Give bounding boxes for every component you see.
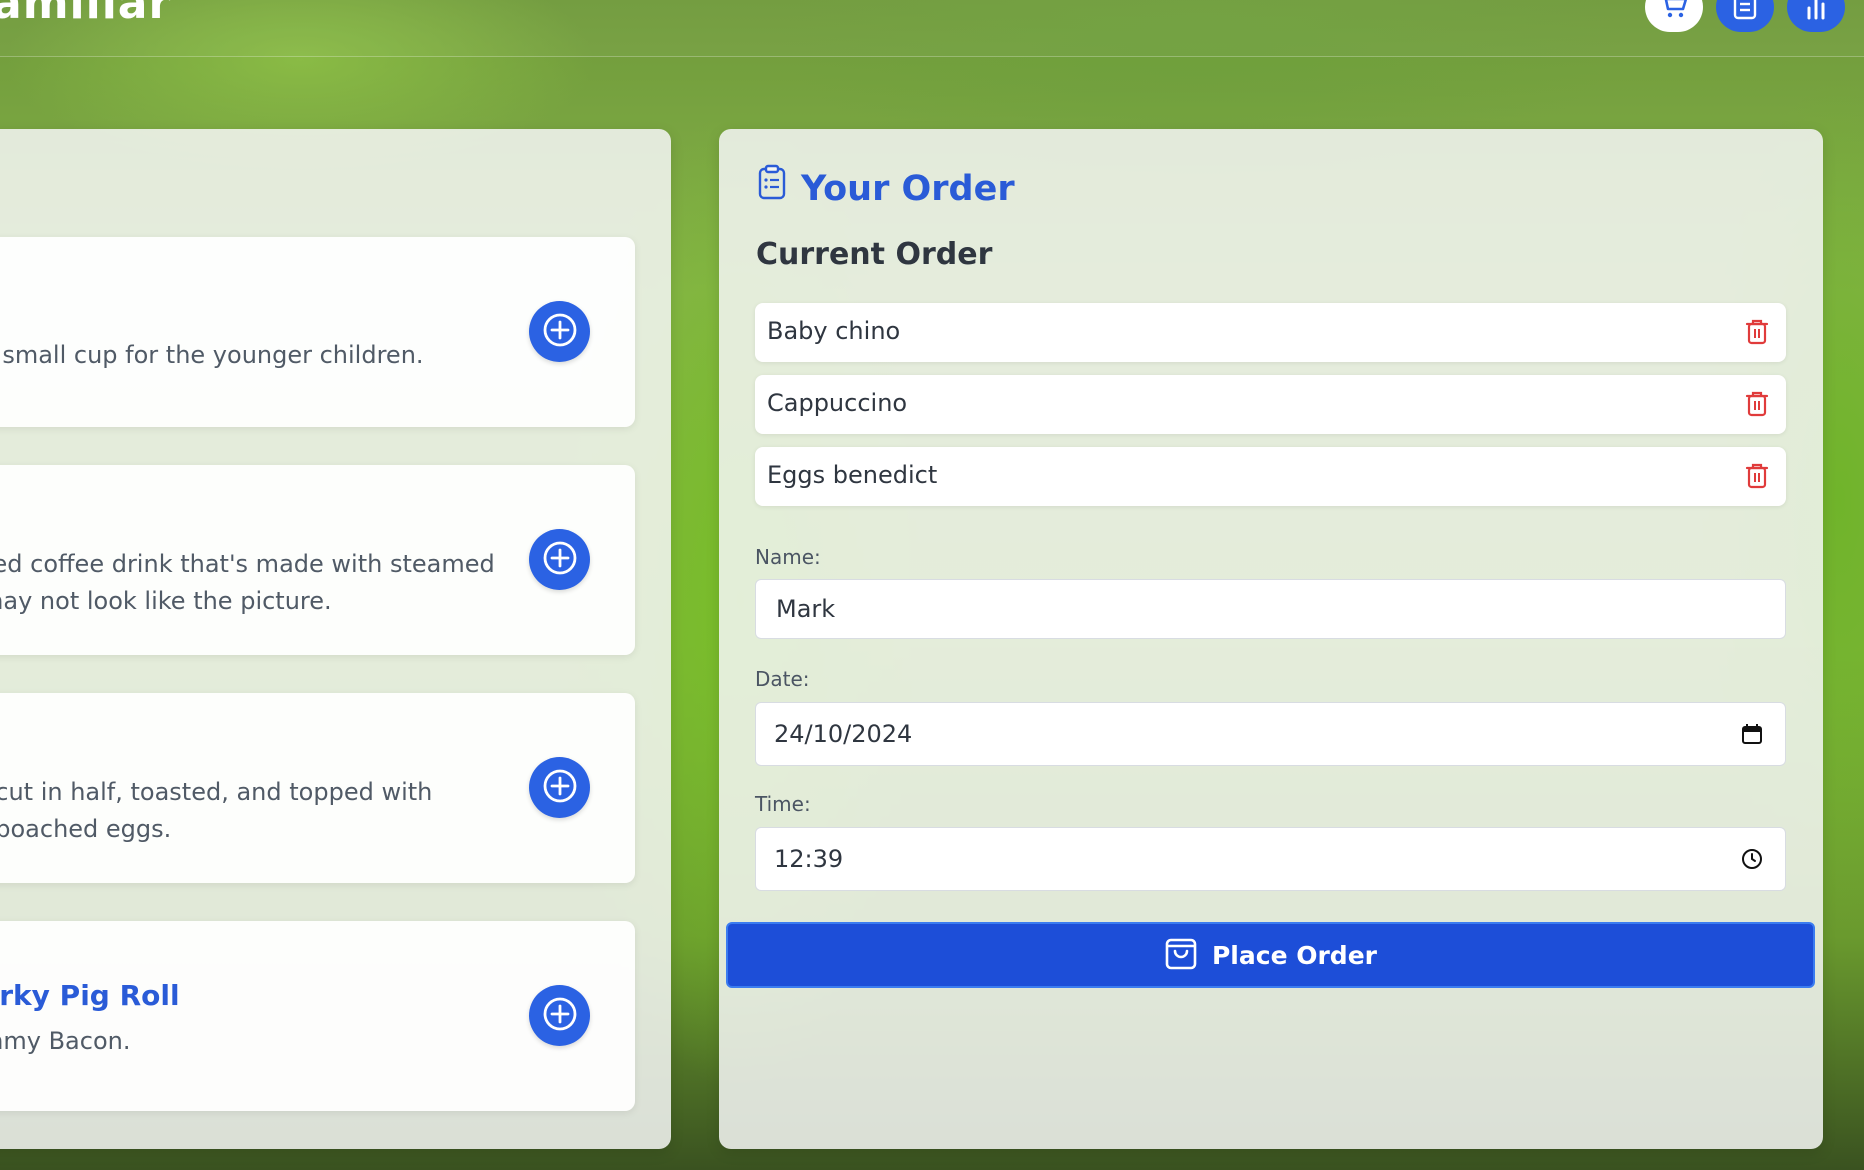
shopping-bag-icon (1164, 935, 1198, 975)
name-input[interactable] (774, 594, 1767, 624)
orders-button[interactable] (1716, 0, 1774, 32)
menu-item-card: a small cup for the younger children. (0, 237, 635, 427)
order-title: Your Order (801, 169, 1015, 209)
add-to-order-button[interactable] (529, 985, 590, 1046)
place-order-button[interactable]: Place Order (726, 922, 1815, 988)
trash-icon[interactable] (1744, 390, 1770, 422)
order-item: Eggs benedict (755, 447, 1786, 506)
menu-item-description: mmy Bacon. (0, 1027, 131, 1055)
menu-item-description: sed coffee drink that's made with steame… (0, 550, 495, 615)
menu-item-card: sed coffee drink that's made with steame… (0, 465, 635, 655)
order-panel: Your Order Current Order Baby chino Capp… (719, 129, 1823, 1149)
plus-circle-icon (541, 995, 579, 1037)
menu-panel: a small cup for the younger children. se… (0, 129, 671, 1149)
current-order-heading: Current Order (756, 237, 993, 272)
plus-circle-icon (541, 311, 579, 353)
stats-button[interactable] (1787, 0, 1845, 32)
name-field[interactable] (755, 579, 1786, 639)
clipboard-icon (757, 164, 787, 204)
bar-chart-icon (1803, 0, 1829, 24)
menu-item-card: , cut in half, toasted, and topped with … (0, 693, 635, 883)
time-value: 12:39 (774, 845, 844, 873)
clock-icon[interactable] (1741, 848, 1763, 876)
clipboard-list-icon (1732, 0, 1758, 24)
date-field[interactable]: 24/10/2024 (755, 702, 1786, 766)
trash-icon[interactable] (1744, 462, 1770, 494)
order-item-name: Baby chino (767, 317, 901, 345)
menu-item-title: orky Pig Roll (0, 979, 180, 1012)
order-item: Cappuccino (755, 375, 1786, 434)
menu-item-description: , cut in half, toasted, and topped with … (0, 778, 433, 843)
time-label: Time: (755, 792, 811, 816)
time-field[interactable]: 12:39 (755, 827, 1786, 891)
top-bar: amiliar (0, 0, 1864, 57)
place-order-label: Place Order (1211, 940, 1377, 970)
name-label: Name: (755, 545, 821, 569)
calendar-icon[interactable] (1741, 723, 1763, 751)
date-label: Date: (755, 667, 810, 691)
add-to-order-button[interactable] (529, 529, 590, 590)
plus-circle-icon (541, 767, 579, 809)
date-value: 24/10/2024 (774, 720, 913, 748)
add-to-order-button[interactable] (529, 757, 590, 818)
order-item-name: Eggs benedict (767, 461, 938, 489)
cart-icon (1659, 0, 1689, 24)
order-item: Baby chino (755, 303, 1786, 362)
menu-item-description: a small cup for the younger children. (0, 341, 424, 369)
order-item-name: Cappuccino (767, 389, 908, 417)
cart-button[interactable] (1645, 0, 1703, 32)
menu-item-card: orky Pig Roll mmy Bacon. (0, 921, 635, 1111)
trash-icon[interactable] (1744, 318, 1770, 350)
order-header: Your Order (757, 159, 1015, 209)
add-to-order-button[interactable] (529, 301, 590, 362)
brand-title: amiliar (0, 0, 172, 29)
plus-circle-icon (541, 539, 579, 581)
